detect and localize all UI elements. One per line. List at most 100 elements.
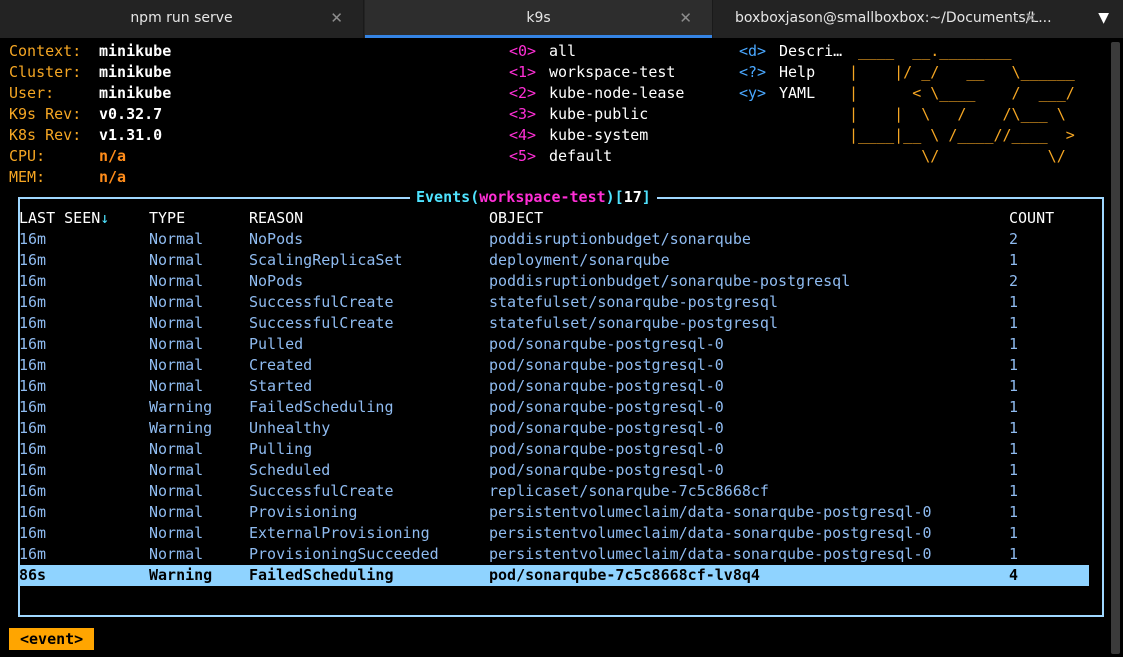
object-cell: pod/sonarqube-postgresql-0 [489,398,724,416]
namespace-key[interactable]: <4> [509,125,536,146]
hint-key[interactable]: <d> [739,41,766,62]
namespace-name[interactable]: default [549,146,612,167]
table-row[interactable]: 16m Normal Pulling pod/sonarqube-postgresql… [19,439,1089,460]
hint-label[interactable]: YAML [779,83,815,104]
type-cell: Normal [149,314,204,332]
type-cell: Normal [149,482,204,500]
table-row[interactable]: 86s Warning FailedScheduling pod/sonarqube-… [19,565,1089,586]
last-seen-cell: 16m [19,461,47,479]
namespace-name[interactable]: workspace-test [549,62,675,83]
tab-k9s[interactable]: k9s ✕ [365,0,712,38]
namespace-name[interactable]: kube-system [549,125,648,146]
table-row[interactable]: 16m Warning Unhealthy pod/sonarqube-postgre… [19,418,1089,439]
logo-line: | < \____ / ___/ [849,84,1075,102]
table-row[interactable]: 16m Normal Started pod/sonarqube-postgresql… [19,376,1089,397]
tab-shell[interactable]: boxboxjason@smallboxbox:~/Documents/L...… [712,0,1083,38]
count-cell: 1 [1009,419,1019,437]
table-row[interactable]: 16m Warning FailedScheduling pod/sonarqube-… [19,397,1089,418]
table-row[interactable]: 16m Normal SuccessfulCreate statefulset/son… [19,292,1089,313]
table-row[interactable]: 16m Normal SuccessfulCreate replicaset/sona… [19,481,1089,502]
type-cell: Normal [149,461,204,479]
object-cell: deployment/sonarqube [489,251,670,269]
last-seen-cell: 16m [19,335,47,353]
namespace-name[interactable]: kube-node-lease [549,83,684,104]
chevron-down-icon[interactable]: ▼ [1098,0,1109,36]
object-cell: statefulset/sonarqube-postgresql [489,314,778,332]
last-seen-cell: 16m [19,377,47,395]
table-row[interactable]: 16m Normal ProvisioningSucceeded persistent… [19,544,1089,565]
close-icon[interactable]: ✕ [679,0,692,36]
info-value: v1.31.0 [99,126,163,144]
last-seen-cell: 16m [19,356,47,374]
object-cell: pod/sonarqube-postgresql-0 [489,419,724,437]
panel-title-count: 17 [623,188,642,206]
reason-cell: Unhealthy [249,419,331,437]
namespace-key[interactable]: <0> [509,41,536,62]
close-icon[interactable]: ✕ [330,0,343,36]
info-value: minikube [99,84,172,102]
count-cell: 1 [1009,335,1019,353]
hint-key[interactable]: <y> [739,83,766,104]
type-cell: Warning [149,566,213,584]
last-seen-cell: 16m [19,482,47,500]
tab-npm-run-serve[interactable]: npm run serve ✕ [0,0,364,38]
info-value: n/a [99,168,127,186]
info-value: v0.32.7 [99,105,163,123]
table-row[interactable]: 16m Normal SuccessfulCreate statefulset/son… [19,313,1089,334]
namespace-name[interactable]: kube-public [549,104,648,125]
column-header[interactable]: REASON [249,208,303,229]
table-row[interactable]: 16m Normal Created pod/sonarqube-postgresql… [19,355,1089,376]
count-cell: 1 [1009,440,1019,458]
last-seen-cell: 16m [19,545,47,563]
info-label: K8s Rev: [9,126,82,144]
table-row[interactable]: 16m Normal Scheduled pod/sonarqube-postgres… [19,460,1089,481]
tab-bar: npm run serve ✕ k9s ✕ boxboxjason@smallb… [0,0,1123,38]
column-header[interactable]: OBJECT [489,208,543,229]
namespace-key[interactable]: <5> [509,146,536,167]
type-cell: Normal [149,272,204,290]
table-row[interactable]: 16m Normal Pulled pod/sonarqube-postgresql-… [19,334,1089,355]
hint-label[interactable]: Help [779,62,815,83]
info-value: minikube [99,63,172,81]
count-cell: 1 [1009,503,1019,521]
tab-title: boxboxjason@smallboxbox:~/Documents/L... [735,10,1052,26]
breadcrumb: <event> [9,628,95,650]
table-row[interactable]: 16m Normal Provisioning persistentvolumecla… [19,502,1089,523]
reason-cell: SuccessfulCreate [249,293,394,311]
count-cell: 1 [1009,314,1019,332]
object-cell: pod/sonarqube-postgresql-0 [489,335,724,353]
close-icon[interactable]: ✕ [1024,0,1037,36]
object-cell: poddisruptionbudget/sonarqube-postgresql [489,272,851,290]
namespace-key[interactable]: <2> [509,83,536,104]
table-row[interactable]: 16m Normal NoPods poddisruptionbudget/sonar… [19,229,1089,250]
last-seen-cell: 86s [19,566,47,584]
reason-cell: ProvisioningSucceeded [249,545,439,563]
last-seen-cell: 16m [19,272,47,290]
object-cell: statefulset/sonarqube-postgresql [489,293,778,311]
logo-line: | |/ _/ __ \______ [849,63,1075,81]
reason-cell: Provisioning [249,503,358,521]
terminal[interactable]: Context: minikube Cluster: minikube User: min… [0,38,1123,657]
reason-cell: Created [249,356,313,374]
count-cell: 1 [1009,377,1019,395]
panel-title: Events(workspace-test)[17] [410,187,657,208]
hint-key[interactable]: <?> [739,62,766,83]
namespace-key[interactable]: <3> [509,104,536,125]
namespace-key[interactable]: <1> [509,62,536,83]
column-header[interactable]: TYPE [149,208,185,229]
last-seen-cell: 16m [19,440,47,458]
type-cell: Normal [149,503,204,521]
tab-title: npm run serve [130,10,233,26]
panel-title-resource: Events [416,188,471,206]
table-row[interactable]: 16m Normal ScalingReplicaSet deployment/son… [19,250,1089,271]
panel-title-namespace: workspace-test [479,188,606,206]
column-header[interactable]: LAST SEEN↓ [19,208,109,229]
table-row[interactable]: 16m Normal NoPods poddisruptionbudget/sonar… [19,271,1089,292]
hint-label[interactable]: Descri… [779,41,842,62]
last-seen-cell: 16m [19,503,47,521]
column-header[interactable]: COUNT [1009,208,1054,229]
scrollbar[interactable] [1111,42,1120,654]
count-cell: 1 [1009,461,1019,479]
table-row[interactable]: 16m Normal ExternalProvisioning persistentv… [19,523,1089,544]
namespace-name[interactable]: all [549,41,576,62]
